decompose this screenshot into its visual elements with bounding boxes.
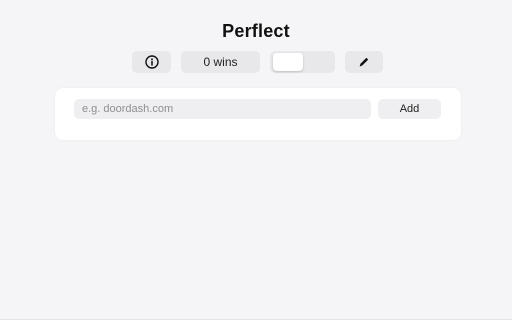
wins-label: 0 wins: [203, 55, 238, 69]
toggle-knob: [273, 53, 303, 71]
wins-counter[interactable]: 0 wins: [181, 51, 260, 73]
add-button[interactable]: Add: [378, 99, 441, 119]
page-title: Perflect: [222, 21, 290, 41]
site-input[interactable]: [74, 99, 371, 119]
info-circle-icon: [144, 55, 159, 69]
add-site-card: Add: [55, 88, 461, 140]
info-button[interactable]: [132, 51, 171, 73]
app-root: Perflect 0 wins Add: [0, 0, 512, 320]
mode-toggle[interactable]: [270, 51, 335, 73]
pencil-icon: [359, 57, 369, 67]
toolbar: 0 wins: [0, 51, 512, 73]
edit-button[interactable]: [345, 51, 383, 73]
